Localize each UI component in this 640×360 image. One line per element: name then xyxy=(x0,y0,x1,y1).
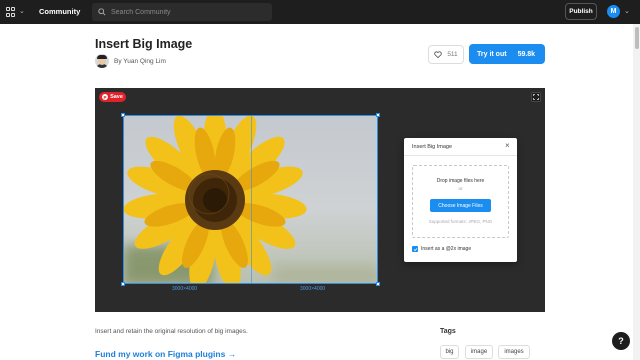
selection-frame[interactable] xyxy=(123,115,378,284)
dialog-title: Insert Big Image xyxy=(412,144,453,150)
plugin-description: Insert and retain the original resolutio… xyxy=(95,328,248,335)
nav-title[interactable]: Community xyxy=(39,7,80,16)
search-icon xyxy=(98,8,106,16)
expand-icon[interactable] xyxy=(531,92,541,102)
supported-formats: Supported formats: JPEG, PNG xyxy=(428,219,493,224)
save-button[interactable]: P Save xyxy=(99,92,126,102)
divider xyxy=(404,155,517,156)
publish-button[interactable]: Publish xyxy=(565,3,597,20)
resize-handle[interactable] xyxy=(121,282,125,286)
resize-handle[interactable] xyxy=(121,113,125,117)
save-label: Save xyxy=(110,94,123,100)
check-icon xyxy=(413,247,417,251)
fund-link[interactable]: Fund my work on Figma plugins → xyxy=(95,349,236,359)
drop-text: Drop image files here xyxy=(436,178,485,184)
scrollbar-thumb[interactable] xyxy=(635,27,639,49)
top-bar: ⌄ Community Publish M ⌄ xyxy=(0,0,640,24)
tag-images[interactable]: images xyxy=(498,345,530,359)
tags-heading: Tags xyxy=(440,328,456,335)
chevron-down-icon[interactable]: ⌄ xyxy=(19,7,25,15)
dimension-label-right: 3000×4000 xyxy=(300,286,326,292)
checkbox-label[interactable]: Insert as a @2x image xyxy=(421,246,471,252)
close-icon[interactable]: × xyxy=(505,142,510,150)
drop-zone[interactable]: Drop image files here or Choose Image Fi… xyxy=(412,165,509,238)
try-it-out-button[interactable]: Try it out 59.8k xyxy=(469,44,545,64)
like-count: 511 xyxy=(447,51,458,58)
user-avatar[interactable]: M xyxy=(607,5,620,18)
resize-handle[interactable] xyxy=(376,113,380,117)
resize-handle[interactable] xyxy=(376,282,380,286)
try-it-out-label: Try it out xyxy=(477,50,507,58)
or-text: or xyxy=(458,186,463,191)
like-button[interactable]: 511 xyxy=(428,45,464,64)
users-count: 59.8k xyxy=(517,50,536,58)
chevron-down-icon[interactable]: ⌄ xyxy=(624,7,630,15)
figma-grid-icon[interactable] xyxy=(6,6,18,18)
scrollbar-track[interactable] xyxy=(633,24,640,360)
tag-image[interactable]: image xyxy=(465,345,493,359)
search-input[interactable] xyxy=(111,8,261,16)
heart-icon xyxy=(434,51,442,58)
help-button[interactable]: ? xyxy=(612,332,630,350)
tag-big[interactable]: big xyxy=(440,345,459,359)
pinterest-icon: P xyxy=(102,94,109,100)
choose-files-button[interactable]: Choose Image Files xyxy=(430,199,491,212)
retina-checkbox[interactable] xyxy=(412,246,418,252)
search-bar[interactable] xyxy=(92,3,272,21)
page-title: Insert Big Image xyxy=(95,37,193,51)
dimension-label-left: 3000×4000 xyxy=(172,286,198,292)
author-avatar[interactable] xyxy=(95,54,109,68)
author-name[interactable]: By Yuan Qing Lim xyxy=(114,58,166,65)
plugin-dialog: Insert Big Image × Drop image files here… xyxy=(404,138,517,262)
